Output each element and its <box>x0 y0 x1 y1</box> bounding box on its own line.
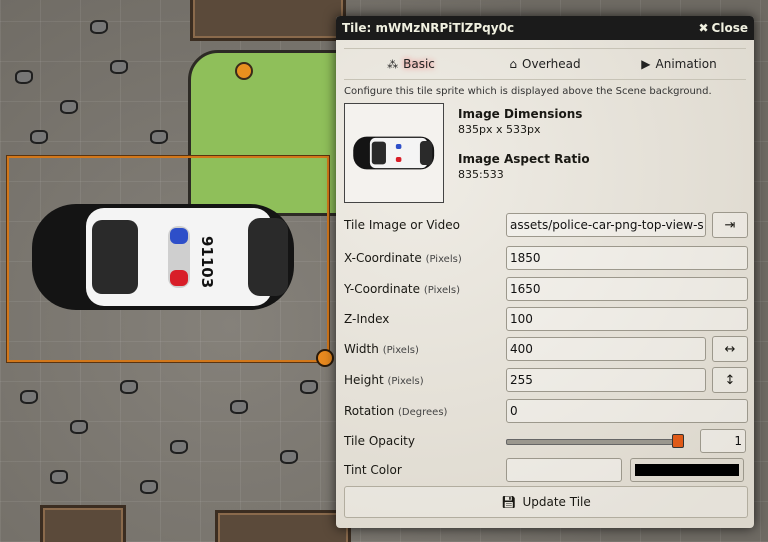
preview-row: Image Dimensions 835px x 533px Image Asp… <box>344 103 746 203</box>
height-lock-button[interactable]: ↕ <box>712 367 748 393</box>
width-lock-button[interactable]: ↔ <box>712 336 748 362</box>
tab-overhead[interactable]: ⌂ Overhead <box>478 49 612 79</box>
rock-icon <box>230 400 248 414</box>
home-icon: ⌂ <box>509 57 517 71</box>
rock-icon <box>110 60 128 74</box>
opacity-value-input[interactable]: 1 <box>700 429 746 453</box>
tab-bar: ⁂ Basic ⌂ Overhead ▶ Animation <box>344 48 746 80</box>
arrows-horizontal-icon: ↔ <box>724 341 736 357</box>
width-input[interactable]: 400 <box>506 337 706 361</box>
row-opacity: Tile Opacity 1 <box>344 428 748 454</box>
police-car-sprite[interactable]: 91103 <box>28 190 300 324</box>
x-label: X-Coordinate (Pixels) <box>344 251 506 265</box>
update-tile-button[interactable]: 💾︎ Update Tile <box>344 486 748 518</box>
width-unit: (Pixels) <box>382 345 419 356</box>
rotation-unit: (Degrees) <box>398 407 448 418</box>
opacity-label: Tile Opacity <box>344 434 415 448</box>
close-label: Close <box>711 21 748 35</box>
width-label: Width (Pixels) <box>344 342 506 356</box>
opacity-slider[interactable] <box>506 429 684 453</box>
aspect-ratio-title: Image Aspect Ratio <box>458 152 590 166</box>
row-tint: Tint Color <box>344 457 748 483</box>
file-picker-button[interactable]: ⇥ <box>712 212 748 238</box>
cubes-icon: ⁂ <box>387 57 399 71</box>
close-icon: ✖ <box>698 21 709 35</box>
rotation-label-text: Rotation <box>344 404 395 418</box>
rock-icon <box>20 390 38 404</box>
image-dimensions-title: Image Dimensions <box>458 107 583 121</box>
z-index-input[interactable]: 100 <box>506 307 748 331</box>
rock-icon <box>140 480 158 494</box>
height-label: Height (Pixels) <box>344 373 506 387</box>
row-x: X-Coordinate (Pixels) 1850 <box>344 245 748 271</box>
tint-color-swatch <box>635 464 739 476</box>
x-label-text: X-Coordinate <box>344 251 422 265</box>
x-unit: (Pixels) <box>425 254 462 265</box>
row-z: Z-Index 100 <box>344 306 748 332</box>
y-label: Y-Coordinate (Pixels) <box>344 282 506 296</box>
tile-thumbnail <box>344 103 444 203</box>
z-label: Z-Index <box>344 312 390 326</box>
tab-overhead-label: Overhead <box>522 57 581 71</box>
height-label-text: Height <box>344 373 384 387</box>
rock-icon <box>90 20 108 34</box>
rock-icon <box>300 380 318 394</box>
save-icon: 💾︎ <box>501 495 517 509</box>
arrows-vertical-icon: ↕ <box>724 372 736 388</box>
police-car-thumbnail <box>353 136 435 170</box>
row-width: Width (Pixels) 400 ↔ <box>344 336 748 362</box>
tint-label: Tint Color <box>344 463 402 477</box>
rock-icon <box>120 380 138 394</box>
rock-icon <box>70 420 88 434</box>
image-label: Tile Image or Video <box>344 218 460 232</box>
tab-animation[interactable]: ▶ Animation <box>612 49 746 79</box>
row-rotation: Rotation (Degrees) 0 <box>344 398 748 424</box>
car-number: 91103 <box>198 236 216 288</box>
update-tile-label: Update Tile <box>522 495 591 509</box>
rock-icon <box>15 70 33 84</box>
row-height: Height (Pixels) 255 ↕ <box>344 367 748 393</box>
dialog-header[interactable]: Tile: mWMzNRPiTlZPqy0c ✖ Close <box>336 16 754 40</box>
image-info: Image Dimensions 835px x 533px Image Asp… <box>458 107 590 203</box>
image-path-input[interactable]: assets/police-car-png-top-view-s <box>506 213 706 237</box>
dialog-title: Tile: mWMzNRPiTlZPqy0c <box>342 21 515 35</box>
rock-icon <box>280 450 298 464</box>
wall-bottom-center <box>215 510 351 542</box>
y-unit: (Pixels) <box>423 285 461 296</box>
row-image: Tile Image or Video assets/police-car-pn… <box>344 212 748 238</box>
play-icon: ▶ <box>641 57 651 71</box>
tab-animation-label: Animation <box>655 57 717 71</box>
height-unit: (Pixels) <box>387 376 424 387</box>
image-dimensions-value: 835px x 533px <box>458 123 541 136</box>
tile-config-dialog: Tile: mWMzNRPiTlZPqy0c ✖ Close ⁂ Basic ⌂… <box>336 16 754 528</box>
rotation-label: Rotation (Degrees) <box>344 404 506 418</box>
dialog-hint: Configure this tile sprite which is disp… <box>344 86 712 97</box>
tab-basic-label: Basic <box>403 57 435 71</box>
height-input[interactable]: 255 <box>506 368 706 392</box>
torch-icon <box>235 62 253 80</box>
tile-resize-handle[interactable] <box>316 349 334 367</box>
tint-color-picker[interactable] <box>630 458 744 482</box>
aspect-ratio-value: 835:533 <box>458 168 504 181</box>
y-label-text: Y-Coordinate <box>344 282 421 296</box>
rotation-input[interactable]: 0 <box>506 399 748 423</box>
row-y: Y-Coordinate (Pixels) 1650 <box>344 276 748 302</box>
rock-icon <box>60 100 78 114</box>
tab-basic[interactable]: ⁂ Basic <box>344 49 478 79</box>
rock-icon <box>30 130 48 144</box>
rock-icon <box>150 130 168 144</box>
rock-icon <box>50 470 68 484</box>
close-button[interactable]: ✖ Close <box>698 21 748 35</box>
opacity-slider-thumb[interactable] <box>672 434 684 448</box>
width-label-text: Width <box>344 342 379 356</box>
tint-color-input[interactable] <box>506 458 622 482</box>
y-coordinate-input[interactable]: 1650 <box>506 277 748 301</box>
wall-top-left <box>190 0 346 41</box>
x-coordinate-input[interactable]: 1850 <box>506 246 748 270</box>
file-import-icon: ⇥ <box>724 217 736 233</box>
wall-bottom-left <box>40 505 126 542</box>
opacity-slider-track <box>506 439 684 445</box>
rock-icon <box>170 440 188 454</box>
